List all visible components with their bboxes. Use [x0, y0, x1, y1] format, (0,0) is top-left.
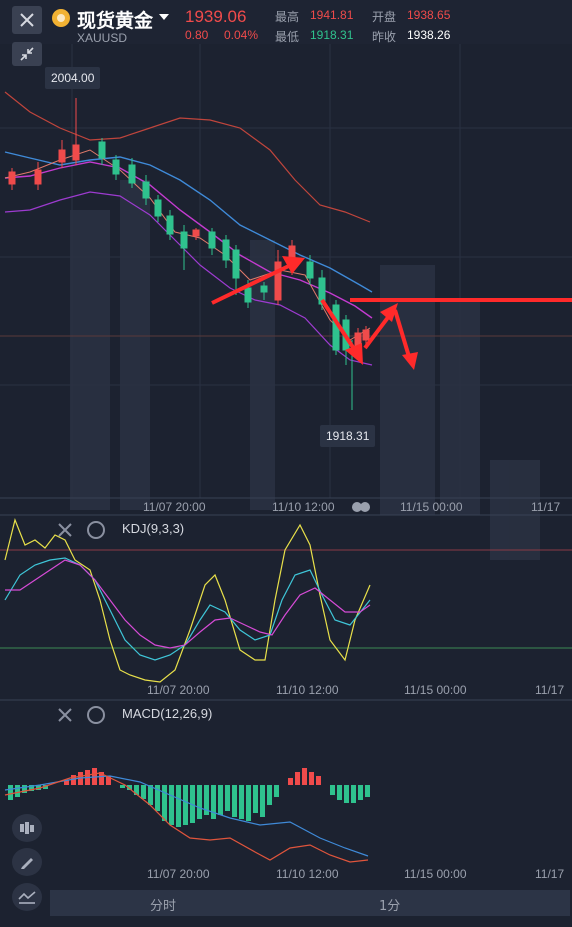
time-axis-label: 11/07 20:00 — [147, 683, 210, 697]
price-change-percent: 0.04% — [224, 28, 259, 42]
low-label: 最低 — [275, 30, 300, 44]
high-price-tag: 2004.00 — [45, 67, 101, 89]
draw-tool-button[interactable] — [12, 848, 42, 876]
time-axis-label: 11/17 — [531, 500, 561, 514]
symbol-name[interactable]: 现货黄金 — [77, 6, 153, 33]
time-axis-label: 11/17 — [535, 683, 565, 697]
macd-histogram — [8, 768, 370, 827]
indicator-button[interactable] — [12, 883, 42, 911]
tab-tick[interactable]: 分时 — [150, 895, 176, 914]
low-value: 1918.31 — [310, 28, 354, 42]
chart-canvas[interactable] — [0, 0, 572, 927]
tab-1min[interactable]: 1分 — [379, 895, 400, 914]
chevron-down-icon[interactable] — [159, 14, 169, 20]
ma-blue-line — [4, 151, 373, 293]
symbol-code: XAUUSD — [77, 31, 128, 45]
high-label: 最高 — [275, 10, 300, 24]
timeframe-bar — [50, 890, 570, 916]
time-axis-label: 11/15 00:00 — [404, 683, 467, 697]
pencil-icon — [21, 858, 33, 869]
line-chart-icon — [18, 891, 36, 904]
macd-title: MACD(12,26,9) — [122, 706, 213, 721]
candle-style-button[interactable] — [12, 814, 42, 842]
scroll-handle-icon[interactable] — [350, 500, 372, 514]
last-price: 1939.06 — [185, 7, 247, 26]
kdj-close-icon[interactable] — [55, 520, 75, 540]
time-axis-label: 11/10 12:00 — [272, 500, 335, 514]
time-axis-label: 11/07 20:00 — [143, 500, 206, 514]
time-axis-label: 11/10 12:00 — [276, 867, 339, 881]
price-change: 0.80 — [185, 28, 209, 42]
close-icon — [20, 13, 34, 27]
close-button[interactable] — [12, 6, 42, 34]
collapse-button[interactable] — [12, 42, 42, 66]
open-value: 1938.65 — [407, 8, 451, 22]
time-axis-label: 11/17 — [535, 867, 565, 881]
gold-coin-icon — [52, 9, 70, 27]
macd-settings-icon[interactable] — [87, 706, 105, 724]
macd-close-icon[interactable] — [55, 705, 75, 725]
low-price-tag: 1918.31 — [320, 425, 376, 447]
prev-close-value: 1938.26 — [407, 28, 451, 42]
open-label: 开盘 — [372, 10, 397, 24]
time-axis-label: 11/10 12:00 — [276, 683, 339, 697]
high-value: 1941.81 — [310, 8, 354, 22]
time-axis-label: 11/15 00:00 — [404, 867, 467, 881]
time-axis-label: 11/15 00:00 — [400, 500, 463, 514]
kdj-k-line — [4, 518, 371, 683]
collapse-icon — [20, 47, 34, 61]
candlestick-icon — [20, 822, 34, 834]
time-axis-label: 11/07 20:00 — [147, 867, 210, 881]
kdj-title: KDJ(9,3,3) — [122, 521, 185, 536]
prev-close-label: 昨收 — [372, 30, 397, 44]
kdj-settings-icon[interactable] — [87, 521, 105, 539]
boll-lower-line — [4, 191, 373, 366]
